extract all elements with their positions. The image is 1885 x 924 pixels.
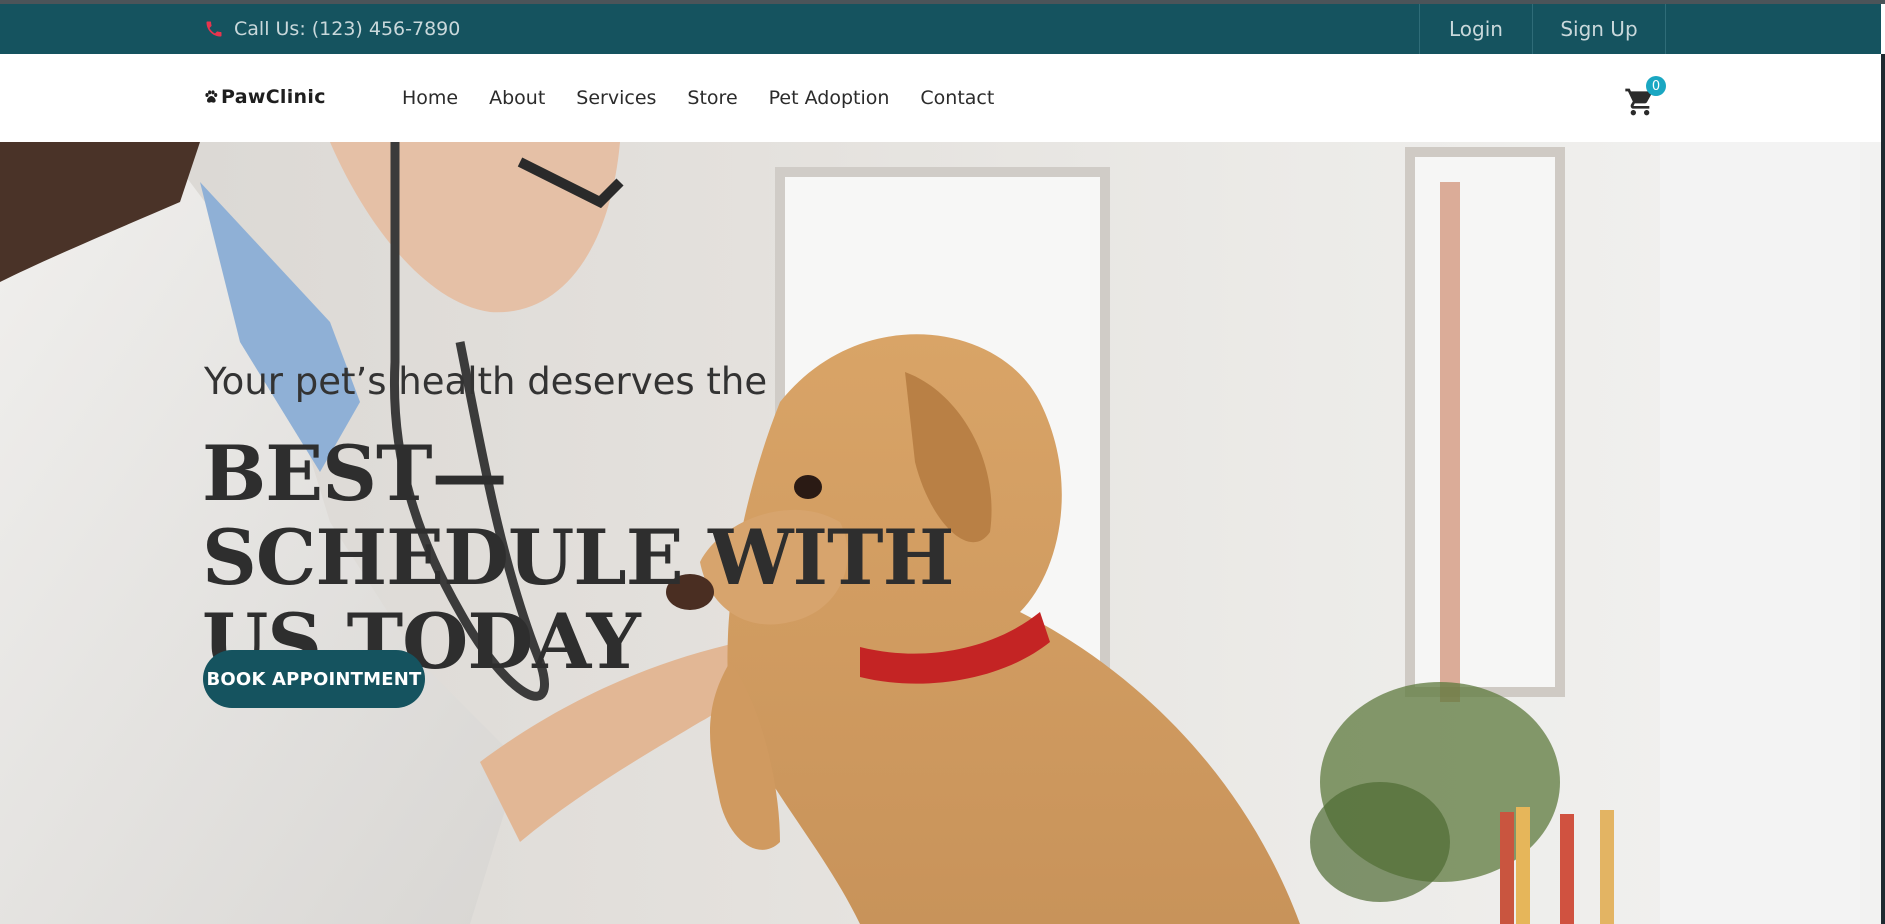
nav-item-pet-adoption[interactable]: Pet Adoption (769, 87, 890, 109)
nav-item-about[interactable]: About (489, 87, 545, 109)
call-us-link[interactable]: Call Us: (123) 456-7890 (204, 4, 460, 54)
cart-count-badge: 0 (1646, 76, 1666, 96)
site-logo[interactable]: PawClinic (203, 86, 326, 108)
nav-item-contact[interactable]: Contact (920, 87, 994, 109)
main-navbar: PawClinic Home About Services Store Pet … (0, 54, 1881, 142)
paw-icon (205, 90, 218, 103)
call-us-text: Call Us: (123) 456-7890 (234, 18, 461, 40)
signup-link[interactable]: Sign Up (1532, 4, 1666, 54)
page: Call Us: (123) 456-7890 Login Sign Up Pa… (0, 0, 1885, 924)
book-appointment-button[interactable]: BOOK APPOINTMENT (203, 650, 425, 708)
nav-item-services[interactable]: Services (576, 87, 656, 109)
hero-title: BEST—SCHEDULE WITH US TODAY (202, 429, 954, 686)
hero-section: Your pet’s health deserves the BEST—SCHE… (0, 142, 1881, 924)
nav-item-store[interactable]: Store (687, 87, 737, 109)
auth-links: Login Sign Up (1419, 4, 1666, 54)
login-link[interactable]: Login (1419, 4, 1532, 54)
nav-item-home[interactable]: Home (402, 87, 458, 109)
phone-icon (206, 21, 222, 37)
logo-text: PawClinic (221, 86, 326, 108)
top-info-bar: Call Us: (123) 456-7890 Login Sign Up (0, 4, 1881, 54)
cart-button[interactable]: 0 (1624, 76, 1666, 118)
hero-subtitle: Your pet’s health deserves the (204, 360, 768, 403)
nav-menu: Home About Services Store Pet Adoption C… (402, 54, 1025, 142)
window-right-edge (1881, 54, 1885, 924)
